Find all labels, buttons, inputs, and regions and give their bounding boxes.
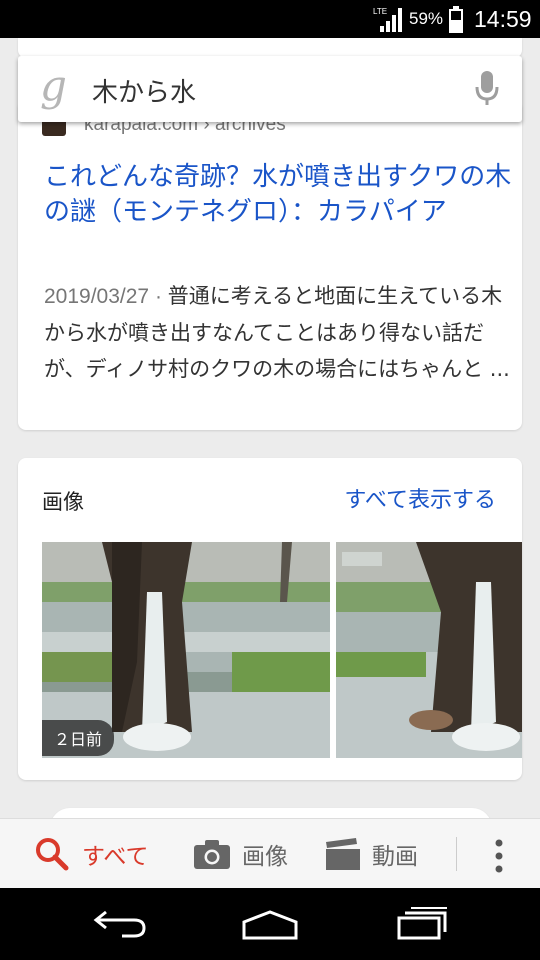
clock: 14:59 (474, 6, 532, 32)
system-nav-bar (0, 888, 540, 960)
microphone-icon[interactable] (474, 71, 500, 107)
tab-images[interactable]: 画像 (194, 819, 288, 889)
images-heading: 画像 (42, 490, 84, 514)
clapperboard-icon (326, 838, 360, 870)
image-thumbnail[interactable] (336, 542, 522, 758)
search-icon (36, 838, 69, 871)
see-all-images-link[interactable]: すべて表示する (344, 482, 496, 514)
battery-percent: 59% (409, 9, 444, 28)
image-age-badge: ２日前 (42, 720, 115, 756)
home-icon[interactable] (240, 906, 300, 940)
search-bar[interactable]: g 木から水 (18, 56, 522, 122)
date-separator: · (149, 285, 168, 308)
back-icon[interactable] (92, 906, 148, 940)
lte-signal-icon: LTE (373, 7, 402, 32)
search-tabs-bar: すべて 画像 動画 (0, 818, 540, 888)
tab-divider (456, 837, 457, 871)
search-input[interactable]: 木から水 (92, 72, 196, 109)
search-result-card[interactable]: karapaia.com › archives これどんな奇跡？水が噴き出すクワ… (18, 100, 522, 430)
camera-icon (194, 840, 230, 869)
tab-video-label: 動画 (372, 844, 418, 870)
tab-all-label: すべて (82, 844, 149, 870)
recent-apps-icon[interactable] (395, 906, 449, 940)
result-title-link[interactable]: これどんな奇跡？水が噴き出すクワの木の謎（モンテネグロ）：カラパイア (44, 160, 514, 230)
tree-water-image (336, 542, 522, 758)
tab-video[interactable]: 動画 (326, 819, 418, 889)
more-options-icon[interactable] (484, 839, 514, 873)
status-bar: LTE 59% 14:59 (0, 0, 540, 38)
google-g-icon: g (40, 61, 67, 110)
tab-all[interactable]: すべて (34, 819, 148, 889)
battery-icon (449, 6, 463, 33)
tab-images-label: 画像 (242, 844, 288, 870)
svg-text:LTE: LTE (373, 7, 387, 16)
previous-card-edge (18, 38, 522, 58)
images-card: 画像 すべて表示する ２日前 (18, 458, 522, 780)
result-date: 2019/03/27 (44, 285, 150, 308)
result-snippet: 2019/03/27 · 普通に考えると地面に生えている木から水が噴き出すなんて… (44, 278, 514, 387)
